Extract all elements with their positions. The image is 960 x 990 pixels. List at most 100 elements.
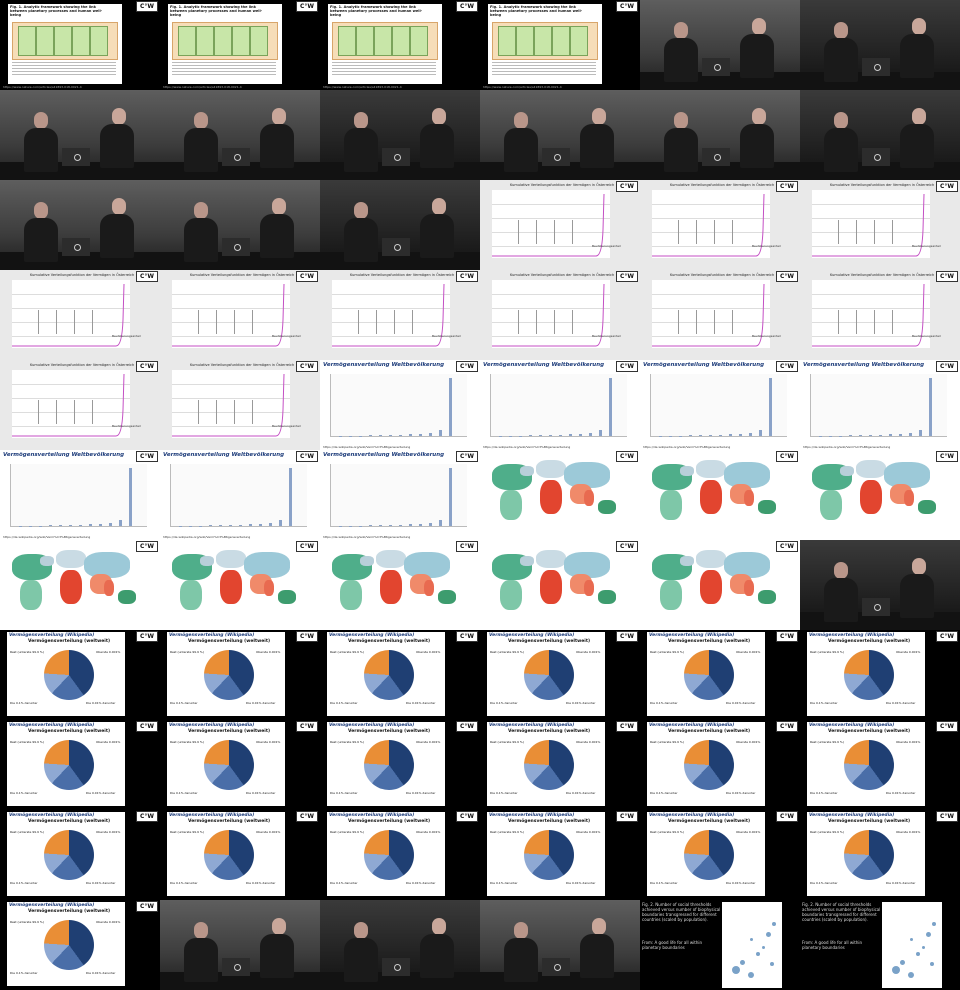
curve-line: [652, 193, 765, 257]
bar: [279, 520, 282, 526]
head: [514, 922, 528, 939]
thumbnail-map: C°W: [160, 540, 320, 630]
chart-subtitle: Vermögensverteilung (weltweit): [348, 729, 431, 734]
pie-chart: [364, 740, 414, 790]
laptop-logo: [74, 154, 81, 161]
head: [912, 558, 926, 575]
head: [34, 112, 48, 129]
chart-title: Vermögensverteilung Weltbevölkerung: [163, 452, 285, 458]
figure-title: Fig. 1. Analytic framework showing the l…: [170, 5, 263, 17]
thumbnail-map: C°W: [480, 450, 640, 540]
thumbnail-pie: Vermögensverteilung (Wikipedia) Vermögens…: [320, 720, 480, 810]
bar: [449, 468, 452, 526]
curve-line: [12, 283, 125, 347]
axis-marker: Bevölkerungsanteil: [432, 334, 461, 338]
scatter-point: [910, 938, 913, 941]
logo-badge: C°W: [616, 271, 638, 282]
slide-title: Vermögensverteilung (Wikipedia): [649, 813, 735, 818]
bar: [409, 524, 412, 526]
thumbnail-pie: Vermögensverteilung (Wikipedia) Vermögens…: [640, 810, 800, 900]
bar: [39, 525, 42, 526]
bar: [399, 524, 402, 526]
bar: [499, 435, 502, 436]
pie-label: Die 0.1% darunter: [170, 701, 198, 705]
bar: [339, 525, 342, 526]
bar: [669, 435, 672, 436]
land-region: [860, 480, 882, 514]
torso: [664, 128, 698, 172]
scatter-point: [770, 962, 774, 966]
pie-label: Oberste 0.001%: [256, 650, 281, 654]
head: [674, 112, 688, 129]
axis-marker: Bevölkerungsanteil: [112, 334, 141, 338]
slide-title: Vermögensverteilung (Wikipedia): [9, 903, 95, 908]
logo-badge: C°W: [136, 451, 158, 462]
logo-badge: C°W: [936, 181, 958, 192]
framework-box: [356, 26, 374, 56]
thumbnail-framework: Fig. 1. Analytic framework showing the l…: [480, 0, 640, 90]
source-url: https://www.nature.com/articles/s41893-0…: [163, 85, 242, 89]
logo-badge: C°W: [136, 721, 158, 732]
pie-chart: [684, 650, 734, 700]
land-region: [424, 580, 434, 596]
logo-badge: C°W: [776, 451, 798, 462]
logo-badge: C°W: [936, 271, 958, 282]
scatter-point: [732, 966, 740, 974]
chart-subtitle: Vermögensverteilung (weltweit): [508, 729, 591, 734]
thumbnail-talk: [320, 180, 480, 270]
land-region: [540, 480, 562, 514]
axis-marker: Bevölkerungsanteil: [752, 244, 781, 248]
land-region: [180, 580, 202, 610]
bar: [729, 434, 732, 436]
slide-title: Vermögensverteilung (Wikipedia): [169, 723, 255, 728]
head: [34, 202, 48, 219]
pie-label: Rest (unterste 99.9 %): [330, 740, 364, 744]
bar: [889, 434, 892, 436]
pie-label: Die 0.1% darunter: [650, 881, 678, 885]
land-region: [536, 550, 566, 568]
land-region: [584, 580, 594, 596]
thumbnail-barchart: Vermögensverteilung Weltbevölkerung https…: [480, 360, 640, 450]
head: [432, 198, 446, 215]
scatter-point: [930, 962, 934, 966]
thumbnail-pie: Vermögensverteilung (Wikipedia) Vermögens…: [160, 810, 320, 900]
land-region: [264, 580, 274, 596]
slide-title: Vermögensverteilung (Wikipedia): [329, 723, 415, 728]
torso: [740, 34, 774, 78]
framework-box: [178, 26, 196, 56]
slide-title: Vermögensverteilung (Wikipedia): [489, 633, 575, 638]
chart-plot-area: [330, 374, 467, 437]
torso: [420, 214, 454, 258]
chart-title: Kumulative Verteilungsfunktion der Vermö…: [670, 183, 775, 187]
chart-title: Vermögensverteilung Weltbevölkerung: [323, 452, 445, 458]
logo-badge: C°W: [296, 541, 318, 552]
torso: [420, 124, 454, 168]
logo-badge: C°W: [456, 271, 478, 282]
framework-box: [250, 26, 268, 56]
pie-label: Die 0.1% darunter: [490, 881, 518, 885]
pie-label: Rest (unterste 99.9 %): [650, 830, 684, 834]
bar: [519, 435, 522, 436]
pie-label: Rest (unterste 99.9 %): [810, 650, 844, 654]
thumbnail-linechart: Kumulative Verteilungsfunktion der Vermö…: [0, 360, 160, 450]
bar: [369, 525, 372, 526]
thumbnail-talk: [480, 900, 640, 990]
chart-title: Vermögensverteilung Weltbevölkerung: [323, 362, 445, 368]
laptop-logo: [234, 154, 241, 161]
thumbnail-talk: [320, 90, 480, 180]
pie-chart: [524, 740, 574, 790]
land-region: [696, 460, 726, 478]
figure-title: Fig. 1. Analytic framework showing the l…: [490, 5, 583, 17]
bar: [409, 434, 412, 436]
bar: [19, 525, 22, 526]
land-region: [340, 580, 362, 610]
land-region: [700, 570, 722, 604]
thumbnail-pie: Vermögensverteilung (Wikipedia) Vermögens…: [480, 630, 640, 720]
pie-label: Die 0.1% darunter: [10, 971, 38, 975]
chart-subtitle: Vermögensverteilung (weltweit): [828, 639, 911, 644]
laptop-logo: [394, 154, 401, 161]
land-region: [520, 466, 534, 476]
thumbnail-framework: Fig. 1. Analytic framework showing the l…: [0, 0, 160, 90]
head: [752, 108, 766, 125]
bar: [919, 430, 922, 436]
